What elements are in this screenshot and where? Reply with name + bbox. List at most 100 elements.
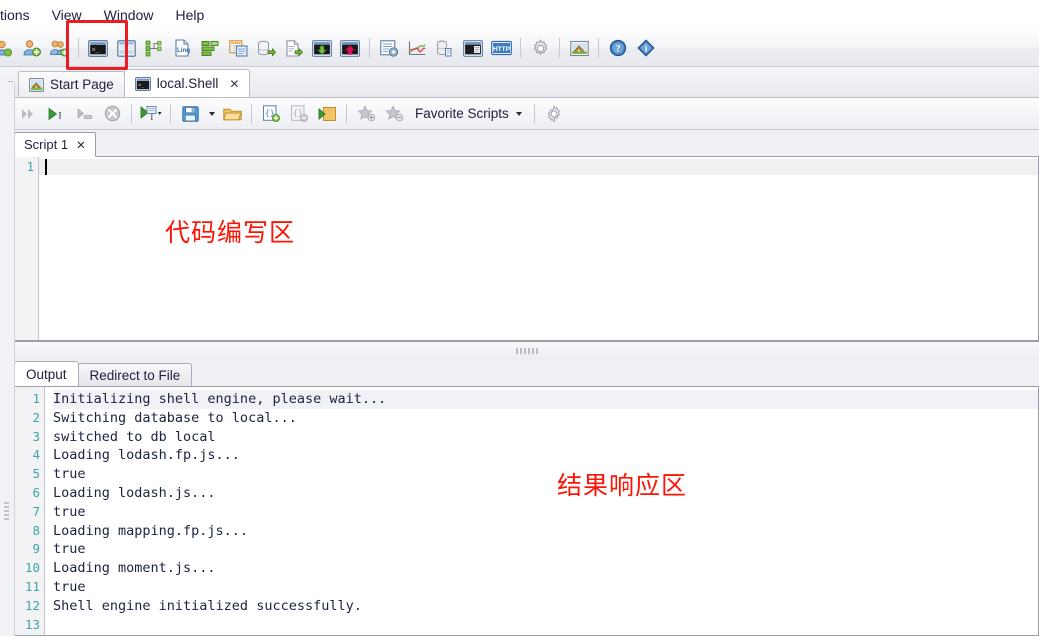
save-dropdown-caret[interactable]: [206, 102, 216, 126]
annotation-code-area: 代码编写区: [165, 218, 296, 247]
collapsed-left-panel[interactable]: [0, 82, 15, 636]
user-icon[interactable]: [0, 35, 16, 61]
stop-icon[interactable]: [100, 102, 124, 126]
output-console[interactable]: 1 2 3 4 5 6 7 8 9 10 11 12 13 Initializi…: [14, 386, 1039, 636]
splitter-grip: [515, 348, 538, 354]
script-tab-close-icon[interactable]: ✕: [76, 138, 86, 152]
shell-import-icon[interactable]: [309, 35, 335, 61]
panel-splitter[interactable]: [14, 341, 1039, 360]
code-text-area[interactable]: 代码编写区: [39, 157, 1038, 340]
line-number: 7: [32, 503, 40, 519]
add-favorite-icon[interactable]: [354, 102, 378, 126]
add-snippet-icon[interactable]: {}: [259, 102, 283, 126]
main-toolbar: >_ Linq HTTP ? i: [0, 20, 1039, 70]
toolbar-separator: [170, 103, 171, 124]
script-settings-icon[interactable]: [542, 102, 566, 126]
run-statement-icon[interactable]: I: [44, 102, 68, 126]
script-toolbar: I I {} {} Favorite Scripts: [0, 98, 1039, 130]
menu-item-window[interactable]: Window: [93, 3, 165, 27]
shell-console-icon[interactable]: >_: [85, 35, 111, 61]
http-icon[interactable]: HTTP: [488, 35, 514, 61]
favorite-scripts-menu[interactable]: Favorite Scripts: [410, 102, 527, 126]
line-number: 2: [32, 409, 40, 425]
doc-export-icon[interactable]: [281, 35, 307, 61]
script-tab-label: Script 1: [24, 137, 69, 152]
window-panel-icon[interactable]: [113, 35, 139, 61]
script-tab-1[interactable]: Script 1 ✕: [14, 132, 96, 157]
linq-query-icon[interactable]: Linq: [169, 35, 195, 61]
home-page-icon: [29, 77, 44, 92]
line-number: 9: [32, 541, 40, 557]
tab-redirect-to-file[interactable]: Redirect to File: [77, 363, 193, 386]
user-add-icon[interactable]: [18, 35, 44, 61]
menu-item-options[interactable]: tions: [0, 3, 41, 27]
code-editor[interactable]: 1 代码编写区: [14, 157, 1039, 341]
current-line-highlight: [39, 159, 1038, 175]
shell-window-icon[interactable]: [460, 35, 486, 61]
toolbar-separator: [533, 103, 535, 124]
tab-start-page[interactable]: Start Page: [18, 71, 125, 97]
toolbar-separator: [251, 103, 252, 124]
shell-upload-icon[interactable]: [337, 35, 363, 61]
output-line: true: [53, 503, 86, 520]
user-group-add-icon[interactable]: [46, 35, 72, 61]
line-number: 3: [32, 428, 40, 444]
output-line: Loading mapping.fp.js...: [53, 522, 249, 539]
line-number: 1: [26, 160, 34, 174]
tree-node-icon[interactable]: [141, 35, 167, 61]
step-icon[interactable]: [72, 102, 96, 126]
toolbar-separator: [131, 103, 132, 124]
tab-local-shell[interactable]: >_ local.Shell ✕: [123, 69, 251, 97]
script-tab-bar: Script 1 ✕: [14, 130, 1039, 157]
line-number: 13: [24, 616, 40, 632]
db-export-icon[interactable]: [253, 35, 279, 61]
output-tab-bar: Output Redirect to File: [14, 360, 1039, 386]
toolbar-separator: [369, 38, 370, 58]
server-doc-icon[interactable]: [432, 35, 458, 61]
toolbar-separator: [346, 103, 347, 124]
menu-item-view[interactable]: View: [41, 3, 93, 27]
run-to-cursor-icon[interactable]: I: [139, 102, 163, 126]
save-icon[interactable]: [178, 102, 202, 126]
output-line: true: [53, 541, 86, 558]
gear-icon[interactable]: [527, 35, 553, 61]
help-icon[interactable]: ?: [605, 35, 631, 61]
output-line: Loading lodash.js...: [53, 484, 216, 501]
output-panel: Output Redirect to File 1 2 3 4 5 6 7 8 …: [0, 360, 1039, 636]
open-script-icon[interactable]: [315, 102, 339, 126]
line-number: 5: [32, 466, 40, 482]
output-line: true: [53, 466, 86, 483]
home-icon[interactable]: [566, 35, 592, 61]
menu-item-help[interactable]: Help: [164, 3, 215, 27]
list-settings-icon[interactable]: [376, 35, 402, 61]
green-grid-icon[interactable]: [197, 35, 223, 61]
output-line-numbers: 1 2 3 4 5 6 7 8 9 10 11 12 13: [15, 387, 45, 635]
chart-icon[interactable]: [404, 35, 430, 61]
line-number: 1: [32, 391, 40, 406]
remove-favorite-icon[interactable]: [382, 102, 406, 126]
line-number: 12: [24, 597, 40, 613]
output-line: Initializing shell engine, please wait..…: [53, 390, 1038, 409]
info-icon[interactable]: i: [633, 35, 659, 61]
text-caret: [45, 159, 47, 175]
svg-text:?: ?: [616, 45, 621, 55]
run-all-icon[interactable]: [16, 102, 40, 126]
tab-output[interactable]: Output: [14, 361, 79, 386]
chevron-down-icon: [515, 111, 522, 116]
output-line: true: [53, 578, 86, 595]
open-folder-icon[interactable]: [220, 102, 244, 126]
toolbar-separator: [78, 38, 79, 58]
panel-grabber[interactable]: [4, 502, 9, 520]
table-copy-icon[interactable]: [225, 35, 251, 61]
tab-label: Start Page: [50, 77, 114, 92]
remove-snippet-icon[interactable]: {}: [287, 102, 311, 126]
document-tab-bar: « Start Page >_: [0, 67, 1039, 98]
output-line: Loading moment.js...: [53, 560, 216, 577]
output-line: Shell engine initialized successfully.: [53, 597, 362, 614]
line-number: 8: [32, 522, 40, 538]
tab-close-icon[interactable]: ✕: [229, 77, 239, 91]
line-number: 11: [24, 578, 40, 594]
output-line: Switching database to local...: [53, 409, 297, 426]
toolbar-separator: [598, 38, 599, 58]
